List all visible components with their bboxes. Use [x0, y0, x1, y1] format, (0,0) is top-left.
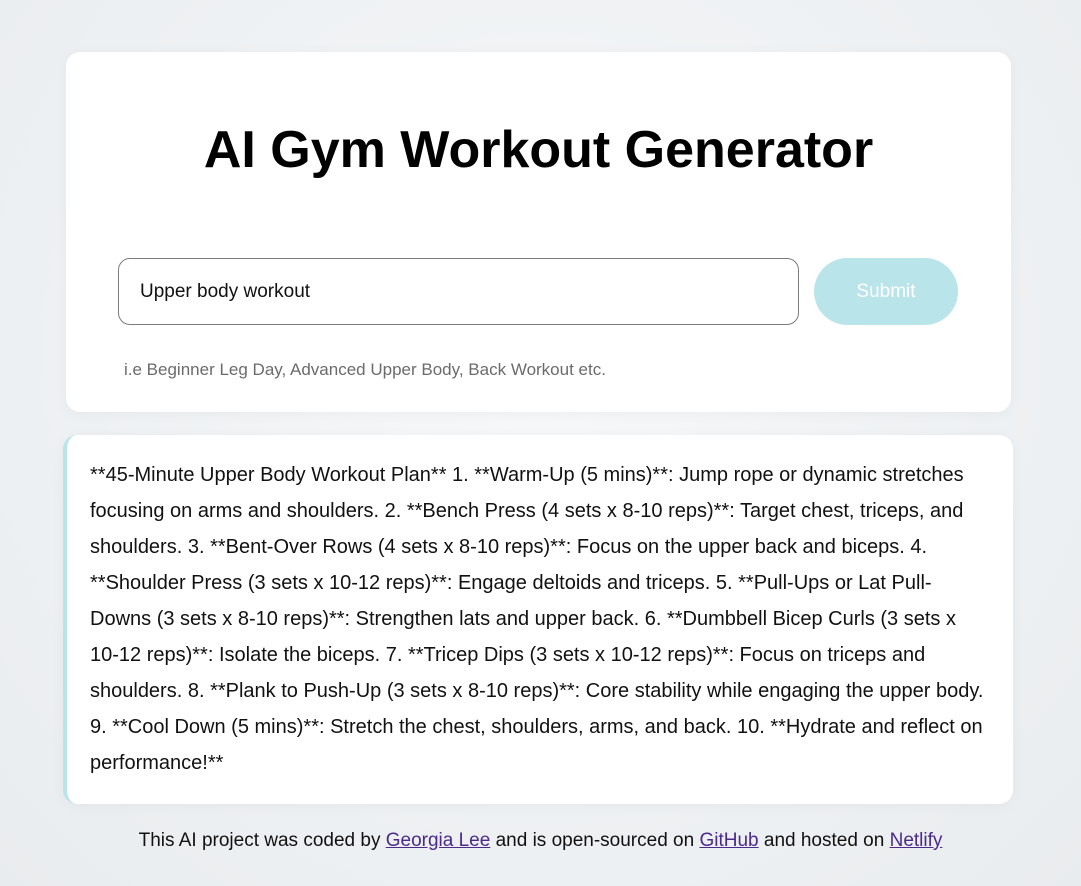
author-link[interactable]: Georgia Lee [386, 830, 491, 851]
generator-card: AI Gym Workout Generator Submit i.e Begi… [66, 52, 1011, 412]
footer-text-1: This AI project was coded by [138, 830, 386, 851]
submit-button[interactable]: Submit [814, 258, 958, 325]
input-hint: i.e Beginner Leg Day, Advanced Upper Bod… [124, 360, 606, 379]
workout-input[interactable] [118, 258, 799, 325]
github-link[interactable]: GitHub [699, 830, 758, 851]
footer-text-2: and is open-sourced on [490, 830, 700, 851]
page-title: AI Gym Workout Generator [203, 121, 874, 179]
workout-result-text: **45-Minute Upper Body Workout Plan** 1.… [90, 464, 984, 774]
search-form: Submit [118, 258, 958, 325]
footer: This AI project was coded by Georgia Lee… [0, 830, 1081, 852]
footer-text-3: and hosted on [758, 830, 890, 851]
netlify-link[interactable]: Netlify [890, 830, 943, 851]
workout-result: **45-Minute Upper Body Workout Plan** 1.… [63, 435, 1013, 804]
